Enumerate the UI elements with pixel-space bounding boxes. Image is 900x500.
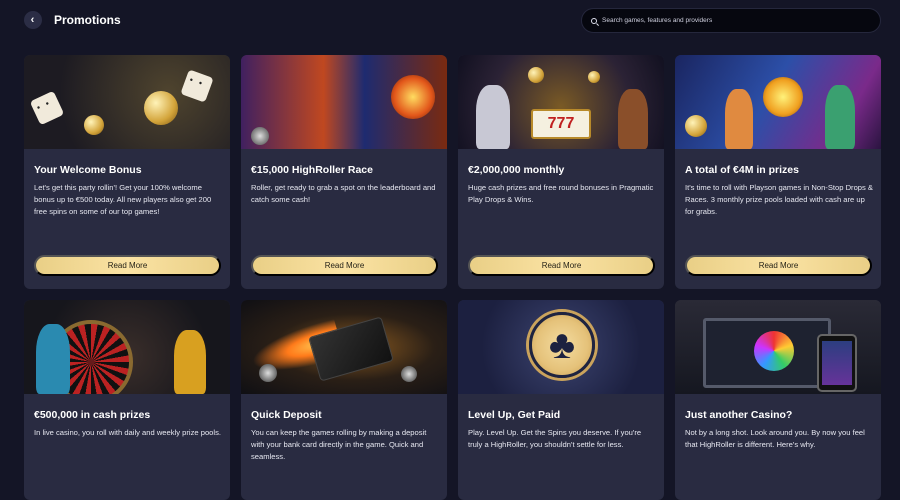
promotions-grid: Your Welcome Bonus Let's get this party … [24,55,881,289]
promo-title: A total of €4M in prizes [685,164,799,176]
presenter-icon [36,324,70,394]
promo-image-highroller-race [241,55,447,149]
chevron-left-icon: ‹ [30,13,35,26]
gold-coin-icon [528,67,544,83]
promo-image-welcome-bonus [24,55,230,149]
gold-coin-icon [685,115,707,137]
promo-description: Roller, get ready to grab a spot on the … [251,183,436,204]
slot-machine-icon: 777 [531,109,591,139]
promo-title: €500,000 in cash prizes [34,409,151,421]
non-stop-logo-icon [763,77,803,117]
promo-description: Play. Level Up. Get the Spins you deserv… [468,428,642,449]
promo-title: €15,000 HighRoller Race [251,164,373,176]
dice-icon [29,90,65,126]
dice-icon [180,69,214,103]
promo-card[interactable]: Just another Casino? Not by a long shot.… [675,300,881,500]
promo-card[interactable]: Quick Deposit You can keep the games rol… [241,300,447,500]
read-more-button[interactable]: Read More [685,255,872,276]
promo-description: In live casino, you roll with daily and … [34,428,221,437]
gold-coin-icon [84,115,104,135]
promo-description: Not by a long shot. Look around you. By … [685,428,865,449]
chip-icon [251,127,269,145]
read-more-button[interactable]: Read More [468,255,655,276]
promo-card[interactable]: €15,000 HighRoller Race Roller, get read… [241,55,447,289]
promo-image-quick-deposit [241,300,447,394]
cowboy-figure-icon [618,89,648,149]
character-icon [725,89,753,149]
club-coin-icon: ♣ [529,312,595,378]
promo-title: Just another Casino? [685,409,793,421]
promo-card[interactable]: ♣ Level Up, Get Paid Play. Level Up. Get… [458,300,664,500]
chip-icon [401,366,417,382]
top-bar: ‹ Promotions [0,0,900,42]
buffalo-icon [391,75,435,119]
promo-image-just-another-casino [675,300,881,394]
promo-image-drops-wins: 777 [458,55,664,149]
presenter-icon [174,330,206,394]
chip-icon [259,364,277,382]
promo-description: Huge cash prizes and free round bonuses … [468,183,654,204]
promo-title: €2,000,000 monthly [468,164,565,176]
search-input[interactable] [602,17,862,24]
search-box[interactable] [581,8,881,33]
promo-description: It's time to roll with Playson games in … [685,183,873,216]
promo-title: Your Welcome Bonus [34,164,142,176]
promo-card[interactable]: A total of €4M in prizes It's time to ro… [675,55,881,289]
search-icon [591,17,597,24]
promo-card[interactable]: Your Welcome Bonus Let's get this party … [24,55,230,289]
promo-image-level-up: ♣ [458,300,664,394]
promo-description: You can keep the games rolling by making… [251,428,427,461]
promo-description: Let's get this party rollin'! Get your 1… [34,183,212,216]
gold-coin-icon [144,91,178,125]
back-button[interactable]: ‹ [24,11,42,29]
promo-card[interactable]: €500,000 in cash prizes In live casino, … [24,300,230,500]
read-more-button[interactable]: Read More [251,255,438,276]
zeus-figure-icon [476,85,510,149]
character-icon [825,85,855,149]
promotions-grid-row-2: €500,000 in cash prizes In live casino, … [24,300,881,500]
promo-image-non-stop-drops [675,55,881,149]
phone-icon [817,334,857,392]
laptop-icon [703,318,831,388]
game-wheel-icon [754,331,794,371]
read-more-button[interactable]: Read More [34,255,221,276]
promo-title: Quick Deposit [251,409,322,421]
page-title: Promotions [54,13,121,27]
promo-card[interactable]: 777 €2,000,000 monthly Huge cash prizes … [458,55,664,289]
gold-coin-icon [588,71,600,83]
promo-title: Level Up, Get Paid [468,409,561,421]
promo-image-live-casino [24,300,230,394]
